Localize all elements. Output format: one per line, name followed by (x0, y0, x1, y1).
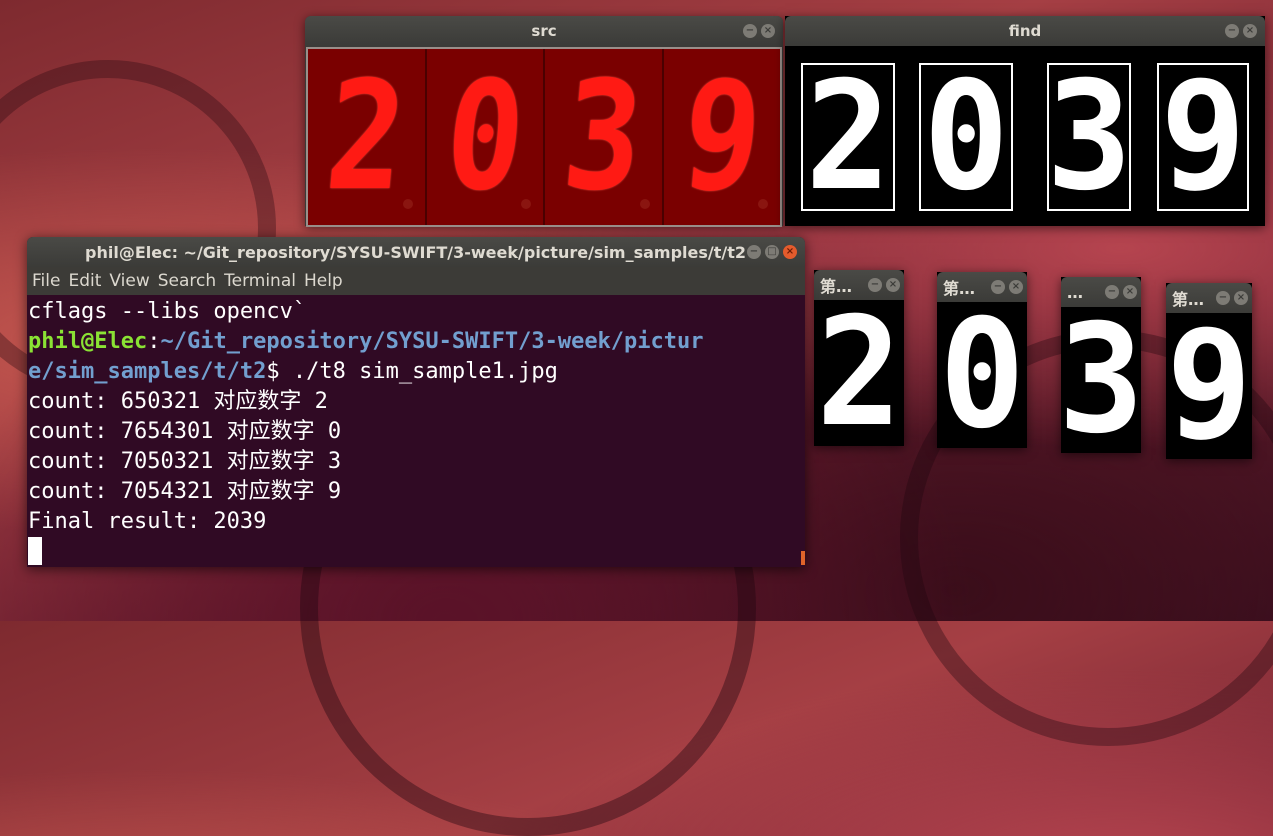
prompt-path: ~/Git_repository/SYSU-SWIFT/3-week/pictu… (160, 329, 704, 354)
src-digit-cell: 2 (308, 49, 427, 225)
prompt-path-cont: e/sim_samples/t/t2 (28, 359, 267, 384)
decimal-dot (639, 199, 650, 209)
decimal-dot (521, 199, 531, 209)
find-digit: 9 (1160, 50, 1246, 224)
digit-window-1: 第… − × 2 (814, 270, 904, 460)
terminal-output[interactable]: cflags --libs opencv` phil@Elec:~/Git_rep… (27, 295, 805, 567)
find-digit: 3 (1046, 50, 1132, 224)
terminal-cursor-line (28, 537, 805, 567)
terminal-prompt-line: phil@Elec:~/Git_repository/SYSU-SWIFT/3-… (28, 329, 704, 354)
digit-window-4: 第… − × 9 (1166, 283, 1252, 473)
src-image: 2 0 3 9 (306, 47, 782, 227)
terminal-line: cflags --libs opencv` (28, 299, 307, 324)
find-digit-box: 9 (1157, 50, 1249, 224)
digit-window-digit: 9 (1166, 299, 1252, 473)
src-window: src − × 2 0 3 9 (305, 16, 783, 227)
src-digit-cell: 3 (545, 49, 664, 225)
terminal-line: count: 7054321 对应数字 9 (28, 479, 342, 504)
terminal-titlebar[interactable]: phil@Elec: ~/Git_repository/SYSU-SWIFT/3… (27, 237, 805, 267)
minimize-button[interactable]: − (747, 245, 761, 259)
src-digit: 9 (675, 50, 768, 224)
decimal-dot (758, 199, 768, 209)
find-window: find − × 2 0 3 9 (785, 16, 1265, 226)
src-digit-cell: 0 (426, 49, 545, 225)
terminal-line: count: 7050321 对应数字 3 (28, 449, 342, 474)
find-digit-box: 0 (919, 50, 1013, 224)
src-digit: 0 (438, 50, 531, 224)
digit-window-digit: 3 (1058, 293, 1144, 467)
close-button[interactable]: × (761, 24, 775, 38)
src-titlebar[interactable]: src − × (305, 16, 783, 46)
menu-file[interactable]: File (32, 271, 60, 291)
menu-edit[interactable]: Edit (68, 271, 101, 291)
src-title: src (531, 22, 557, 40)
find-digit-box: 3 (1046, 50, 1132, 224)
terminal-line: Final result: 2039 (28, 509, 267, 534)
terminal-window: phil@Elec: ~/Git_repository/SYSU-SWIFT/3… (27, 237, 805, 567)
src-digit: 2 (320, 50, 413, 224)
terminal-scrollbar[interactable] (801, 551, 805, 565)
terminal-cursor (28, 537, 42, 565)
menu-terminal[interactable]: Terminal (224, 271, 296, 291)
terminal-title: phil@Elec: ~/Git_repository/SYSU-SWIFT/3… (85, 242, 747, 262)
close-button[interactable]: × (1243, 24, 1257, 38)
src-digit: 3 (557, 50, 650, 224)
terminal-prompt-line: e/sim_samples/t/t2$ ./t8 sim_sample1.jpg (28, 357, 805, 387)
minimize-button[interactable]: − (1225, 24, 1239, 38)
find-digit-box: 2 (801, 50, 895, 224)
menu-help[interactable]: Help (304, 271, 343, 291)
digit-window-digit: 0 (939, 288, 1025, 462)
minimize-button[interactable]: − (743, 24, 757, 38)
terminal-menubar: File Edit View Search Terminal Help (27, 267, 805, 295)
digit-window-2: 第… − × 0 (937, 272, 1027, 462)
terminal-line: count: 7654301 对应数字 0 (28, 419, 342, 444)
menu-view[interactable]: View (109, 271, 149, 291)
menu-search[interactable]: Search (158, 271, 216, 291)
digit-window-3: … − × 3 (1058, 277, 1144, 467)
prompt-user: phil@Elec (28, 329, 148, 354)
close-button[interactable]: × (783, 245, 797, 259)
digit-window-digit: 2 (816, 286, 902, 460)
find-digit: 0 (923, 50, 1009, 224)
src-digit-cell: 9 (663, 49, 780, 225)
find-digit: 2 (805, 50, 891, 224)
terminal-line: count: 650321 对应数字 2 (28, 389, 328, 414)
terminal-command: $ ./t8 sim_sample1.jpg (266, 359, 558, 384)
decimal-dot (402, 199, 413, 209)
find-titlebar[interactable]: find − × (785, 16, 1265, 46)
maximize-button[interactable]: □ (765, 245, 779, 259)
find-title: find (1008, 22, 1042, 40)
